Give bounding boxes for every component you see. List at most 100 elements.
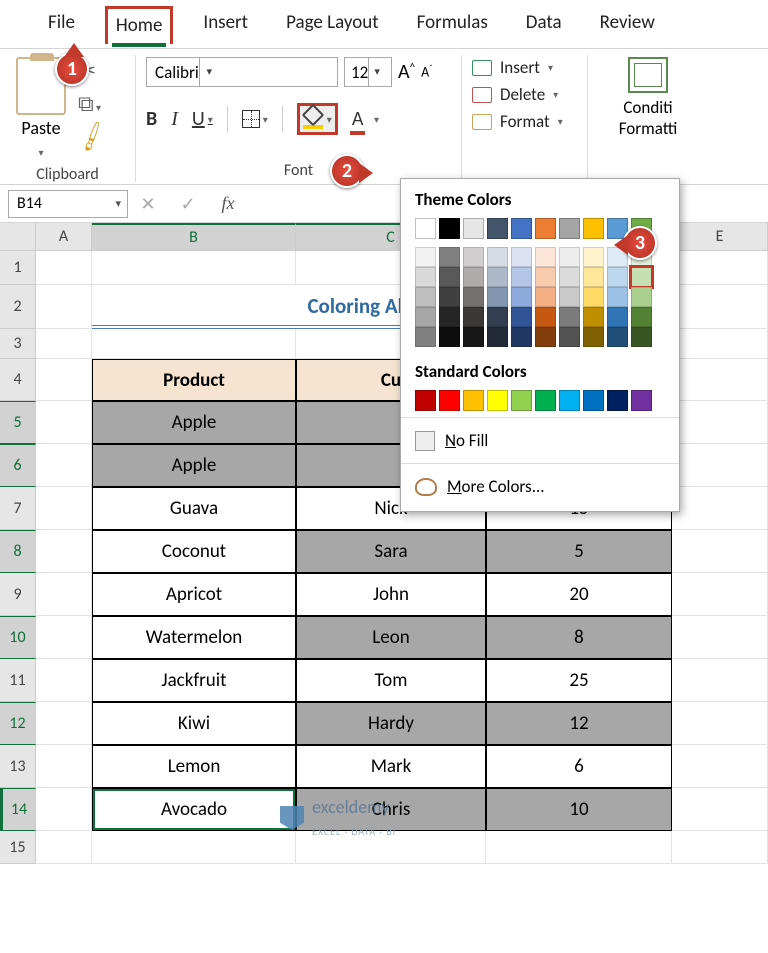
increase-font-icon[interactable]: A^ [398,60,415,84]
cell[interactable] [92,329,296,359]
cell[interactable] [36,444,92,487]
color-swatch[interactable] [535,390,556,411]
color-swatch[interactable] [439,247,460,267]
row-header[interactable]: 4 [0,359,36,401]
color-swatch[interactable] [439,390,460,411]
color-swatch[interactable] [487,307,508,327]
decrease-font-icon[interactable]: Aˇ [421,63,433,81]
table-cell[interactable]: 25 [486,659,672,702]
color-swatch[interactable] [631,327,652,347]
color-swatch[interactable] [559,307,580,327]
color-swatch[interactable] [415,247,436,267]
color-swatch[interactable] [415,218,436,239]
color-swatch[interactable] [487,287,508,307]
cell[interactable] [672,285,768,329]
cell[interactable] [36,329,92,359]
color-swatch[interactable] [487,327,508,347]
cell[interactable] [36,659,92,702]
row-header[interactable]: 5 [0,401,36,444]
color-swatch[interactable] [439,287,460,307]
color-swatch[interactable] [535,287,556,307]
color-swatch[interactable] [631,287,652,307]
tab-review[interactable]: Review [592,6,663,44]
color-swatch[interactable] [511,327,532,347]
row-header[interactable]: 11 [0,659,36,702]
cell[interactable] [672,788,768,831]
table-cell[interactable]: Lemon [92,745,296,788]
copy-icon[interactable]: ⧉ ▾ [78,90,106,117]
color-swatch[interactable] [463,247,484,267]
row-header[interactable]: 2 [0,285,36,329]
color-swatch[interactable] [463,307,484,327]
color-swatch[interactable] [463,327,484,347]
color-swatch[interactable] [559,247,580,267]
table-cell[interactable]: Coconut [92,530,296,573]
color-swatch[interactable] [559,218,580,239]
table-cell[interactable]: Hardy [296,702,486,745]
color-swatch[interactable] [511,267,532,287]
cell[interactable] [672,745,768,788]
row-header[interactable]: 10 [0,616,36,659]
table-cell[interactable]: Apricot [92,573,296,616]
color-swatch[interactable] [631,307,652,327]
fill-color-button[interactable]: ▾ [297,103,338,135]
tab-home[interactable]: Home [105,6,174,44]
color-swatch[interactable] [487,247,508,267]
cell[interactable] [486,831,672,864]
color-swatch[interactable] [535,307,556,327]
color-swatch[interactable] [631,390,652,411]
cell[interactable] [672,401,768,444]
table-cell[interactable]: 10 [486,788,672,831]
cell[interactable] [672,702,768,745]
row-header[interactable]: 8 [0,530,36,573]
cell[interactable] [36,573,92,616]
row-header[interactable]: 6 [0,444,36,487]
color-swatch[interactable] [559,267,580,287]
color-swatch[interactable] [415,390,436,411]
tab-insert[interactable]: Insert [195,6,256,44]
underline-button[interactable]: U ▾ [192,107,213,131]
conditional-formatting-label[interactable]: ConditiFormatti [619,97,678,139]
col-header-A[interactable]: A [36,223,92,251]
cell[interactable] [36,831,92,864]
no-fill-button[interactable]: No Fill [415,424,665,457]
cell[interactable] [36,702,92,745]
table-cell[interactable]: 20 [486,573,672,616]
color-swatch[interactable] [487,390,508,411]
table-cell[interactable]: 6 [486,745,672,788]
table-cell[interactable]: Tom [296,659,486,702]
cell[interactable] [36,616,92,659]
color-swatch[interactable] [607,287,628,307]
table-cell[interactable]: 12 [486,702,672,745]
cell[interactable] [672,616,768,659]
name-box[interactable]: B14 [8,190,128,218]
select-all-triangle[interactable] [0,223,36,251]
color-swatch[interactable] [535,218,556,239]
color-swatch[interactable] [487,218,508,239]
color-swatch[interactable] [583,218,604,239]
color-swatch[interactable] [439,267,460,287]
row-header[interactable]: 15 [0,831,36,864]
cell[interactable] [672,329,768,359]
cell[interactable] [672,359,768,401]
borders-button[interactable]: ▾ [242,110,268,128]
row-header[interactable]: 13 [0,745,36,788]
color-swatch[interactable] [607,390,628,411]
color-swatch[interactable] [463,267,484,287]
table-cell[interactable]: Kiwi [92,702,296,745]
font-name-select[interactable]: Calibri▾ [146,57,338,87]
cancel-formula-icon[interactable]: ✕ [128,193,168,215]
color-swatch[interactable] [583,287,604,307]
color-swatch[interactable] [631,267,652,287]
cell[interactable] [672,831,768,864]
cell[interactable] [672,573,768,616]
color-swatch[interactable] [607,307,628,327]
color-swatch[interactable] [439,218,460,239]
table-cell[interactable]: 5 [486,530,672,573]
row-header[interactable]: 14 [0,788,36,831]
color-swatch[interactable] [463,218,484,239]
cell[interactable] [672,444,768,487]
tab-data[interactable]: Data [518,6,570,44]
cell[interactable] [36,530,92,573]
italic-button[interactable]: I [171,108,178,131]
